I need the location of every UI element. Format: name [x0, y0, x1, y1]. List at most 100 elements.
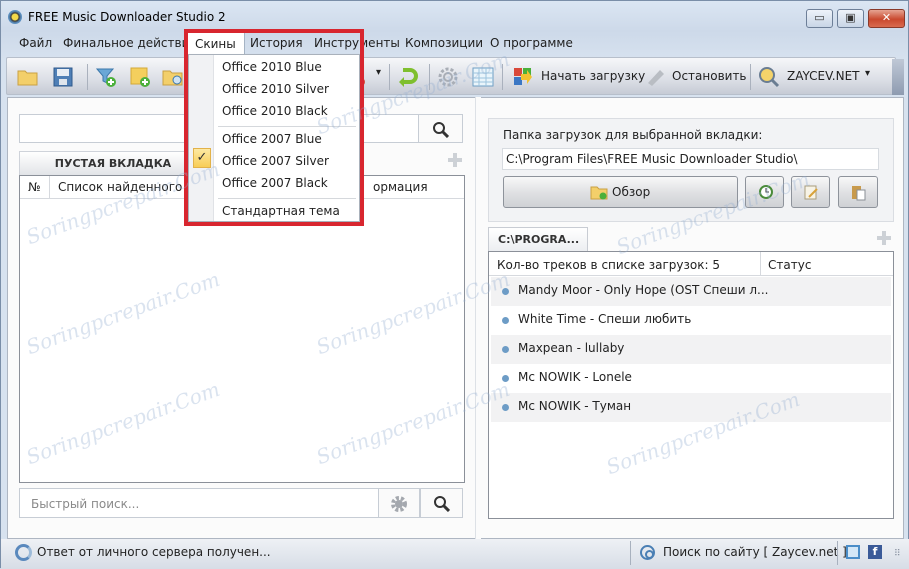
track-title: White Time - Спеши любить — [518, 312, 692, 326]
track-bullet-icon — [502, 375, 509, 382]
folder-add-icon — [590, 186, 608, 200]
window-title: FREE Music Downloader Studio 2 — [28, 10, 226, 24]
download-folder-path-input[interactable]: C:\Program Files\FREE Music Downloader S… — [502, 148, 879, 170]
menu-skins[interactable]: Скины — [186, 32, 245, 56]
col-number[interactable]: № — [28, 180, 40, 194]
facebook-icon[interactable]: f — [868, 545, 882, 559]
toolbar-separator — [87, 64, 88, 90]
minimize-icon: ▭ — [814, 11, 825, 24]
close-icon: ✕ — [881, 11, 892, 24]
menu-file[interactable]: Файл — [19, 36, 52, 50]
title-bar: FREE Music Downloader Studio 2 ▭ ▣ ✕ — [1, 1, 908, 33]
track-bullet-icon — [502, 288, 509, 295]
track-row[interactable]: White Time - Спеши любить — [491, 306, 891, 335]
twitter-icon[interactable] — [846, 545, 860, 559]
skin-office-2010-black[interactable]: Office 2010 Black — [222, 104, 328, 118]
table-view-icon[interactable] — [472, 66, 494, 88]
gear-icon — [391, 496, 407, 512]
maximize-button[interactable]: ▣ — [837, 9, 864, 28]
toolbar-separator — [389, 64, 390, 90]
tab-empty[interactable]: ПУСТАЯ ВКЛАДКА — [19, 151, 207, 175]
skin-office-2010-silver[interactable]: Office 2010 Silver — [222, 82, 329, 96]
undo-icon[interactable] — [397, 66, 419, 88]
add-tab-icon[interactable] — [129, 66, 151, 88]
resize-grip[interactable]: ⠿ — [894, 549, 901, 559]
menu-gutter — [189, 55, 214, 221]
download-list-header: Кол-во треков в списке загрузок: 5 Стату… — [489, 252, 893, 276]
track-row[interactable]: Mandy Moor - Only Hope (OST Спеши л... — [491, 277, 891, 306]
status-separator — [837, 541, 838, 565]
skin-standard-theme[interactable]: Стандартная тема — [222, 204, 340, 218]
skin-office-2010-blue[interactable]: Office 2010 Blue — [222, 60, 322, 74]
save-icon[interactable] — [52, 66, 74, 88]
start-download-icon[interactable] — [512, 66, 534, 88]
search-source-icon[interactable] — [758, 66, 780, 88]
menu-tools[interactable]: Инструменты — [314, 36, 400, 50]
stop-icon[interactable] — [645, 66, 667, 88]
download-folder-label: Папка загрузок для выбранной вкладки: — [503, 128, 763, 142]
col-found-list[interactable]: Список найденного пу — [58, 180, 201, 194]
menu-about[interactable]: О программе — [490, 36, 573, 50]
panel-splitter[interactable] — [475, 97, 481, 539]
stop-button[interactable]: Остановить — [672, 69, 747, 83]
toolbar-separator — [750, 64, 751, 90]
quick-search-input[interactable]: Быстрый поиск... — [19, 488, 379, 518]
app-window: FREE Music Downloader Studio 2 ▭ ▣ ✕ Фай… — [0, 0, 909, 569]
search-icon — [433, 122, 449, 138]
status-bar: Ответ от личного сервера получен... Поис… — [1, 539, 909, 569]
add-filter-icon[interactable] — [95, 66, 117, 88]
skins-dropdown-menu: Office 2010 Blue Office 2010 Silver Offi… — [188, 54, 360, 222]
track-title: Mandy Moor - Only Hope (OST Спеши л... — [518, 283, 769, 297]
track-row[interactable]: Mc NOWIK - Lonele — [491, 364, 891, 393]
skin-office-2007-silver[interactable]: Office 2007 Silver — [222, 154, 329, 168]
track-title: Mc NOWIK - Lonele — [518, 370, 632, 384]
browse-label: Обзор — [612, 185, 651, 199]
track-bullet-icon — [502, 404, 509, 411]
toolbar-separator — [429, 64, 430, 90]
col-info[interactable]: ормация — [373, 180, 428, 194]
browse-button[interactable]: Обзор — [503, 176, 738, 208]
track-title: Maxpean - lullaby — [518, 341, 625, 355]
col-status[interactable]: Статус — [768, 258, 811, 272]
track-title: Mc NOWIK - Туман — [518, 399, 632, 413]
source-selector[interactable]: ZAYCEV.NET — [787, 69, 860, 83]
quick-search-settings-button[interactable] — [378, 488, 420, 518]
menu-history[interactable]: История — [250, 36, 303, 50]
track-row[interactable]: Maxpean - lullaby — [491, 335, 891, 364]
edit-icon — [804, 185, 818, 200]
quick-search-button[interactable] — [420, 488, 463, 518]
paste-button[interactable] — [838, 176, 878, 208]
skin-office-2007-blue[interactable]: Office 2007 Blue — [222, 132, 322, 146]
skin-office-2007-black[interactable]: Office 2007 Black — [222, 176, 328, 190]
search-folder-icon[interactable] — [162, 66, 184, 88]
history-button[interactable] — [745, 176, 784, 208]
column-separator — [49, 176, 50, 199]
search-icon — [434, 496, 450, 512]
menu-separator — [218, 126, 356, 127]
menu-tracks[interactable]: Композиции — [405, 36, 483, 50]
settings-gear-icon[interactable] — [437, 66, 459, 88]
column-separator — [760, 252, 761, 276]
add-download-tab-plus-icon[interactable] — [877, 231, 891, 245]
start-download-button[interactable]: Начать загрузку — [541, 69, 645, 83]
close-button[interactable]: ✕ — [868, 9, 905, 28]
app-logo-icon — [8, 10, 22, 24]
download-list[interactable]: Кол-во треков в списке загрузок: 5 Стату… — [488, 251, 894, 519]
add-tab-plus-icon[interactable] — [448, 153, 462, 167]
col-track-count[interactable]: Кол-во треков в списке загрузок: 5 — [497, 258, 720, 272]
track-bullet-icon — [502, 346, 509, 353]
edit-button[interactable] — [791, 176, 830, 208]
tab-download-folder[interactable]: C:\PROGRA... — [488, 227, 588, 251]
toolbar-overflow-button[interactable] — [892, 59, 904, 95]
minimize-button[interactable]: ▭ — [806, 9, 833, 28]
toolbar: ▾ Начать загрузку Остановить ZAYCEV.NET … — [6, 57, 896, 95]
refresh-icon — [15, 544, 32, 561]
remove-dropdown-arrow[interactable]: ▾ — [376, 67, 381, 78]
menu-final-action[interactable]: Финальное действие — [63, 36, 197, 50]
open-folder-icon[interactable] — [17, 66, 39, 88]
site-search-link[interactable]: Поиск по сайту [ Zaycev.net ] — [663, 545, 847, 559]
track-row[interactable]: Mc NOWIK - Туман — [491, 393, 891, 422]
search-button[interactable] — [418, 114, 463, 143]
source-dropdown-arrow[interactable]: ▾ — [865, 68, 870, 79]
maximize-icon: ▣ — [845, 11, 856, 24]
